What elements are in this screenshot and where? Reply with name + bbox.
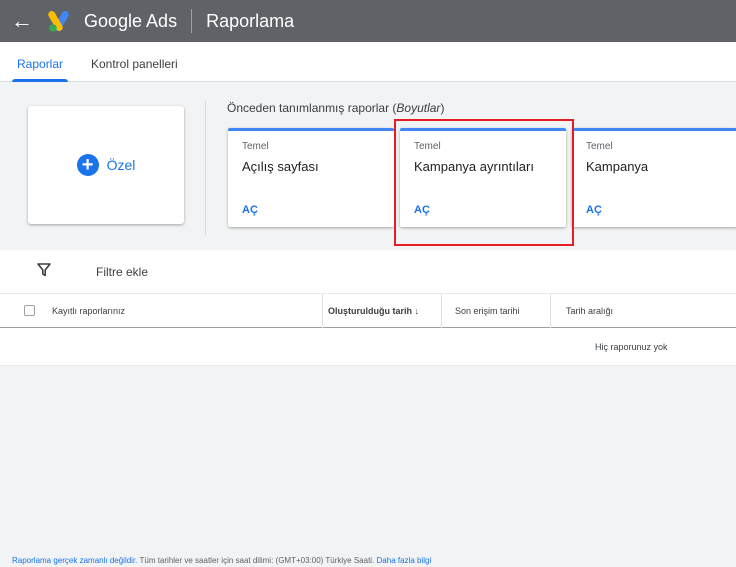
predefined-reports-title: Önceden tanımlanmış raporlar (Boyutlar) (227, 101, 444, 115)
card-name: Kampanya (586, 159, 649, 174)
tab-bar: Raporlar Kontrol panelleri (0, 42, 736, 82)
open-button[interactable]: AÇ (242, 204, 258, 216)
empty-state-message: Hiç raporunuz yok (595, 342, 668, 352)
custom-report-button[interactable]: + Özel (28, 106, 184, 224)
arrow-back-icon[interactable]: ← (4, 8, 40, 34)
open-button[interactable]: AÇ (586, 204, 602, 216)
card-kind: Temel (242, 141, 269, 152)
card-name: Açılış sayfası (242, 159, 319, 174)
realtime-info-link[interactable]: Raporlama gerçek zamanlı değildir. (12, 556, 137, 565)
select-all-checkbox[interactable] (24, 305, 35, 316)
header-divider (191, 9, 193, 33)
card-kind: Temel (586, 141, 613, 152)
page-title: Raporlama (206, 10, 295, 31)
highlight-box (394, 119, 574, 246)
predefined-title-suffix: ) (440, 101, 445, 115)
top-bar: ← Google Ads Raporlama (0, 0, 736, 42)
section-divider (205, 100, 206, 235)
column-created-date[interactable]: Oluşturulduğu tarih ↓ (328, 294, 419, 328)
predefined-title-italic: Boyutlar (396, 101, 441, 115)
learn-more-link[interactable]: Daha fazla bilgi (377, 556, 432, 565)
report-card-campaign[interactable]: Temel Kampanya AÇ (572, 128, 736, 227)
custom-report-label: Özel (106, 157, 136, 173)
active-tab-indicator (12, 79, 68, 82)
tab-dashboards[interactable]: Kontrol panelleri (91, 57, 178, 71)
product-name: Google Ads (84, 10, 178, 31)
google-ads-logo-icon (48, 9, 76, 33)
column-divider (322, 294, 323, 328)
footer-note: Raporlama gerçek zamanlı değildir. Tüm t… (12, 556, 431, 565)
predefined-title-prefix: Önceden tanımlanmış raporlar ( (227, 101, 397, 115)
filter-icon[interactable] (37, 263, 51, 277)
table-header: Kayıtlı raporlarınız Oluşturulduğu tarih… (0, 294, 736, 328)
plus-circle-icon: + (76, 154, 99, 176)
column-date-range[interactable]: Tarih aralığı (566, 294, 613, 328)
footer-text: Tüm tarihler ve saatler için saat dilimi… (137, 556, 377, 565)
column-divider (550, 294, 551, 328)
add-filter-button[interactable]: Filtre ekle (96, 265, 148, 279)
report-card-landing-page[interactable]: Temel Açılış sayfası AÇ (228, 128, 394, 227)
tab-reports[interactable]: Raporlar (17, 57, 63, 71)
table-body: Hiç raporunuz yok (0, 328, 736, 366)
column-divider (441, 294, 442, 328)
filter-bar: Filtre ekle (0, 250, 736, 294)
column-last-accessed[interactable]: Son erişim tarihi (455, 294, 520, 328)
column-saved-reports[interactable]: Kayıtlı raporlarınız (52, 294, 125, 328)
